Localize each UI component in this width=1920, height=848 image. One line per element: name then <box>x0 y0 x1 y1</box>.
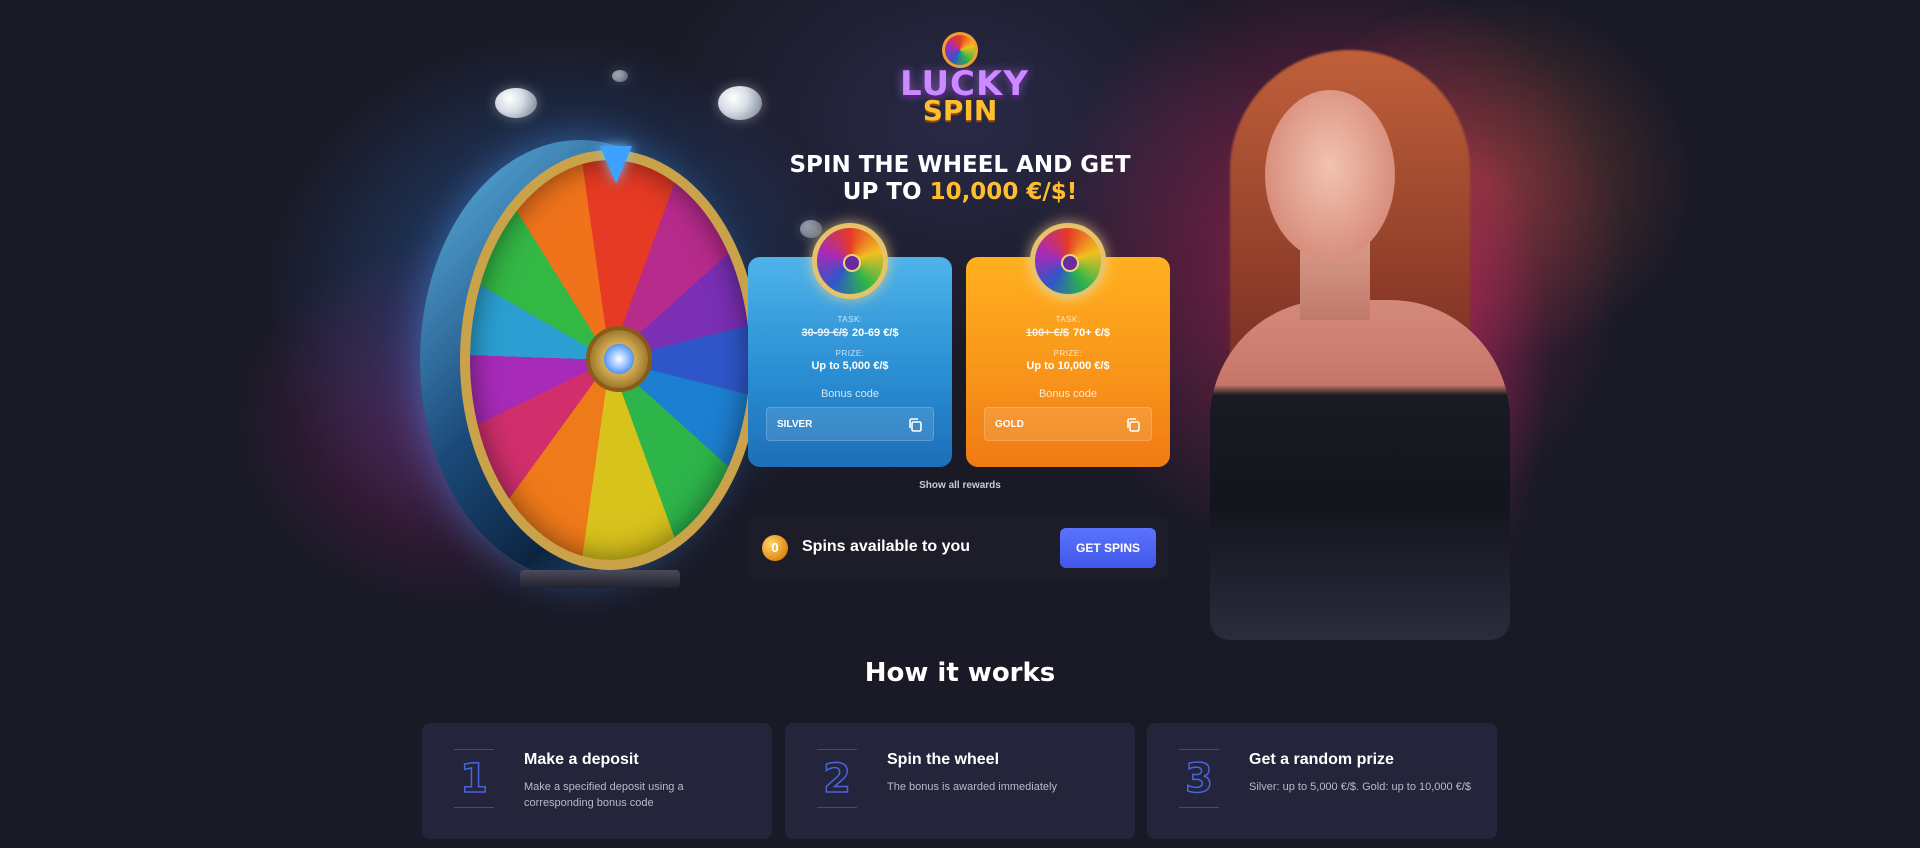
headline-prefix: UP TO <box>842 179 930 205</box>
wheel-hub-emblem <box>604 344 634 374</box>
task-old-value: 100+ €/$ <box>1025 327 1070 339</box>
spins-count-badge: 0 <box>762 535 788 561</box>
coin-decoration <box>612 70 628 82</box>
step-title: Spin the wheel <box>887 751 1000 768</box>
prize-label: PRIZE: <box>835 349 865 358</box>
task-value: 100+ €/$ 70+ €/$ <box>966 327 1170 339</box>
show-all-rewards-link[interactable]: Show all rewards <box>860 480 1060 491</box>
wheel-stand <box>520 570 680 588</box>
task-old-value: 30-99 €/$ <box>801 327 848 339</box>
prize-value: Up to 10,000 €/$ <box>1026 360 1110 372</box>
how-it-works-title: How it works <box>864 658 1056 688</box>
task-label: TASK: <box>837 315 863 324</box>
silver-tier-card: TASK: 30-99 €/$ 20-69 €/$ PRIZE: Up to 5,… <box>748 223 952 467</box>
bonus-code-text: GOLD <box>995 419 1024 430</box>
task-new-value: 20-69 €/$ <box>852 327 899 339</box>
step-title: Get a random prize <box>1249 751 1394 768</box>
task-value: 30-99 €/$ 20-69 €/$ <box>748 327 952 339</box>
get-spins-button[interactable]: GET SPINS <box>1060 528 1156 568</box>
headline-amount: 10,000 €/$! <box>929 179 1078 205</box>
gold-medal-icon <box>1030 223 1106 299</box>
silver-medal-icon <box>812 223 888 299</box>
model-face <box>1265 90 1395 260</box>
wheel-pointer-icon <box>600 146 632 184</box>
headline-line-1: SPIN THE WHEEL AND GET <box>789 152 1131 178</box>
step-card: 3 Get a random prize Silver: up to 5,000… <box>1147 723 1497 839</box>
copy-icon[interactable] <box>1125 417 1141 433</box>
bonus-code-label: Bonus code <box>820 388 880 400</box>
step-description: The bonus is awarded immediately <box>887 781 1057 793</box>
model-illustration <box>1190 50 1550 640</box>
spins-bar: 0 Spins available to you GET SPINS <box>748 516 1168 580</box>
prize-value: Up to 5,000 €/$ <box>811 360 889 372</box>
task-label: TASK: <box>1055 315 1081 324</box>
bonus-code-label: Bonus code <box>1038 388 1098 400</box>
wheel-hub <box>586 326 652 392</box>
coin-decoration <box>495 88 537 118</box>
step-card: 2 Spin the wheel The bonus is awarded im… <box>785 723 1135 839</box>
copy-icon[interactable] <box>907 417 923 433</box>
task-new-value: 70+ €/$ <box>1073 327 1111 339</box>
hero-headline: SPIN THE WHEEL AND GET UP TO 10,000 €/$! <box>760 152 1160 206</box>
prize-label: PRIZE: <box>1053 349 1083 358</box>
step-number-icon: 3 <box>1173 747 1225 811</box>
headline-line-2: UP TO 10,000 €/$! <box>760 179 1160 206</box>
lucky-spin-logo: LUCKY SPIN <box>900 28 1028 127</box>
fortune-wheel-illustration <box>420 130 760 590</box>
step-description: Silver: up to 5,000 €/$. Gold: up to 10,… <box>1249 781 1471 793</box>
logo-wheel-icon <box>942 32 978 68</box>
hero-section: LUCKY SPIN SPIN THE WHEEL AND GET UP TO … <box>0 0 1920 640</box>
spins-available-label: Spins available to you <box>802 538 971 555</box>
bonus-code-field[interactable]: GOLD <box>984 407 1152 441</box>
step-number-icon: 1 <box>448 747 500 811</box>
bonus-code-text: SILVER <box>777 419 813 430</box>
coin-decoration <box>800 220 822 238</box>
model-body <box>1210 300 1510 640</box>
step-title: Make a deposit <box>524 751 639 768</box>
coin-decoration <box>718 86 762 120</box>
bonus-code-field[interactable]: SILVER <box>766 407 934 441</box>
step-card: 1 Make a deposit Make a specified deposi… <box>422 723 772 839</box>
gold-tier-card: TASK: 100+ €/$ 70+ €/$ PRIZE: Up to 10,00… <box>966 223 1170 467</box>
step-description: Make a specified deposit using a corresp… <box>524 781 684 809</box>
logo-text-spin: SPIN <box>922 94 998 127</box>
step-number-icon: 2 <box>811 747 863 811</box>
